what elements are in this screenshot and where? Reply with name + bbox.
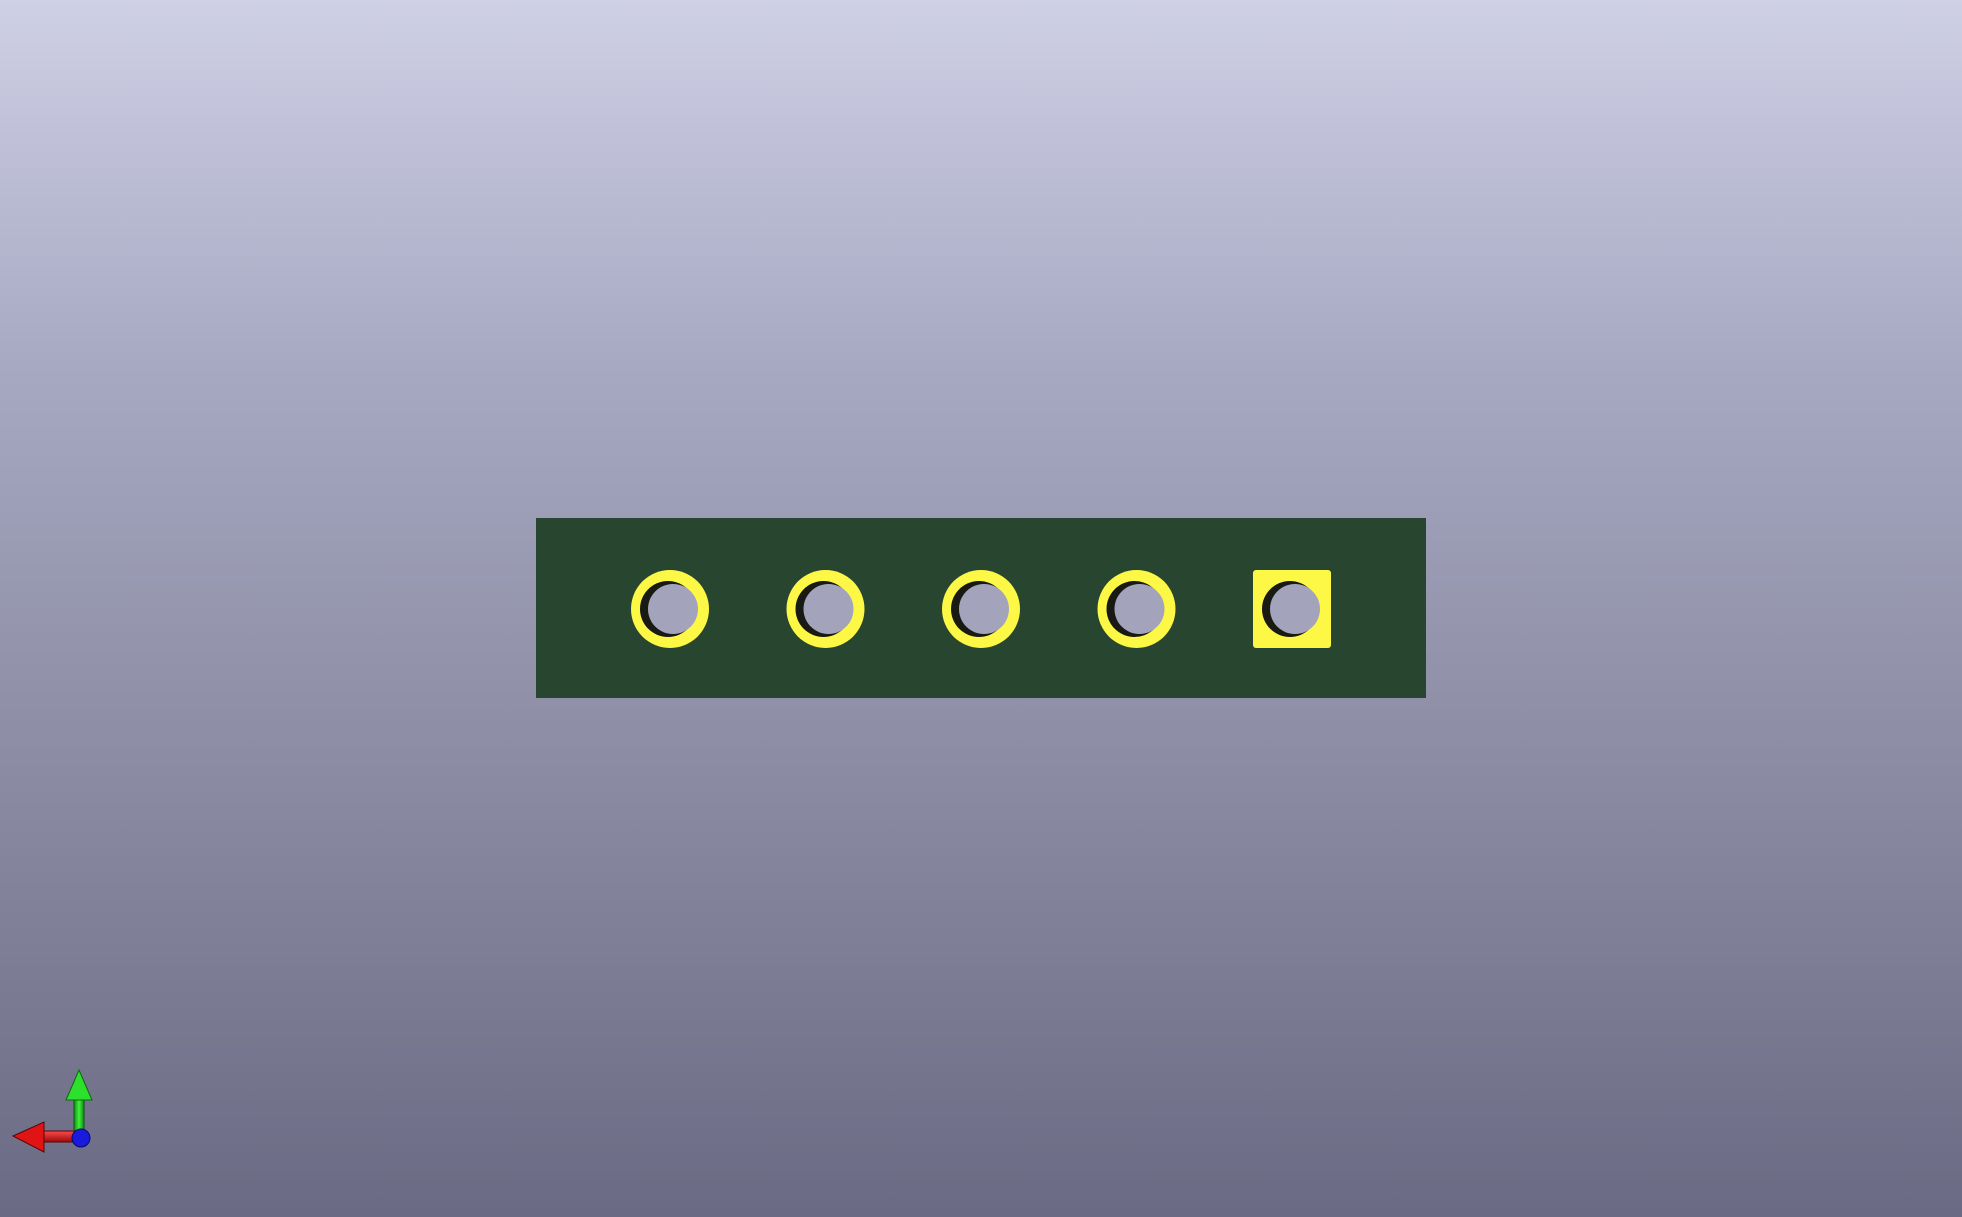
3d-scene[interactable] bbox=[0, 0, 1962, 1217]
drill-hole bbox=[1114, 584, 1165, 634]
z-axis-dot bbox=[71, 1128, 91, 1148]
x-axis-arrowhead bbox=[11, 1121, 45, 1153]
drill-hole bbox=[648, 584, 698, 634]
pad-3[interactable] bbox=[942, 570, 1020, 648]
axes-orientation-icon bbox=[11, 1068, 93, 1153]
pad-4[interactable] bbox=[1097, 570, 1176, 648]
pad-1[interactable] bbox=[631, 570, 709, 648]
pad-2[interactable] bbox=[786, 570, 865, 648]
3d-viewport[interactable] bbox=[0, 0, 1962, 1217]
y-axis-arrowhead bbox=[65, 1068, 93, 1101]
drill-hole bbox=[1270, 584, 1320, 634]
pad-5[interactable] bbox=[1253, 570, 1331, 648]
drill-hole bbox=[959, 584, 1009, 634]
drill-hole bbox=[803, 584, 854, 634]
